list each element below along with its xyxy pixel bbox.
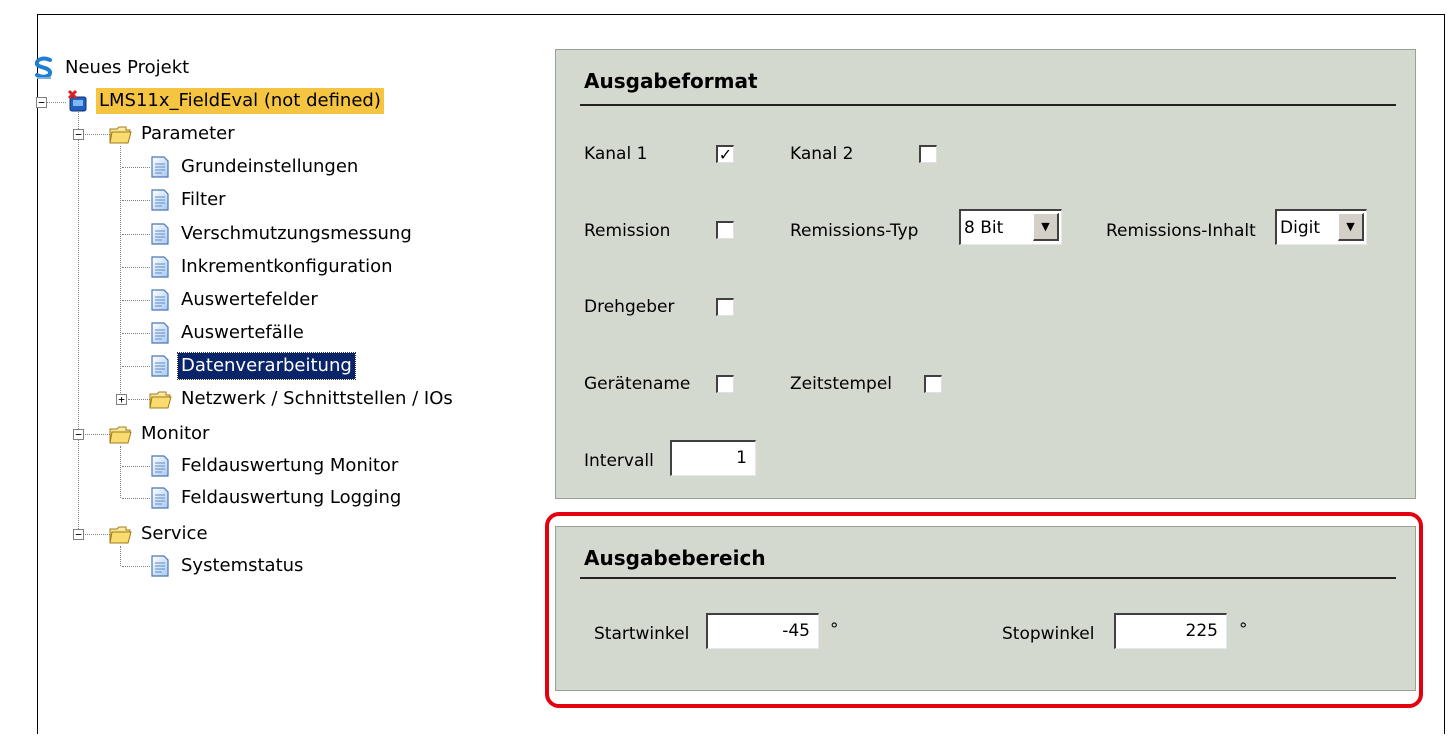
remissions-inhalt-label: Remissions-Inhalt (1106, 221, 1256, 241)
tree-node-datenverarbeitung[interactable]: Datenverarbeitung (148, 351, 356, 381)
tree-line (122, 200, 150, 201)
kanal2-label: Kanal 2 (790, 144, 854, 164)
remissions-inhalt-value: Digit (1280, 218, 1320, 238)
tree-node-label: Filter (181, 189, 226, 210)
device-icon (67, 89, 87, 112)
intervall-input[interactable]: 1 (670, 440, 756, 476)
tree-node-network[interactable]: Netzwerk / Schnittstellen / IOs (148, 384, 456, 414)
tree-node-project[interactable]: Neues Projekt (32, 53, 192, 83)
tree-node-inkrementkonfiguration[interactable]: Inkrementkonfiguration (148, 252, 396, 282)
page-icon (148, 454, 172, 478)
tree-line (122, 167, 150, 168)
collapse-toggle-monitor[interactable]: − (73, 429, 84, 440)
collapse-toggle-service[interactable]: − (73, 529, 84, 540)
remissions-typ-label: Remissions-Typ (790, 221, 919, 241)
geraetename-checkbox[interactable] (716, 375, 734, 393)
tree-node-label: Netzwerk / Schnittstellen / IOs (181, 388, 453, 409)
drehgeber-checkbox[interactable] (716, 298, 734, 316)
tree-line (122, 333, 150, 334)
remissions-inhalt-select[interactable]: Digit ▼ (1275, 209, 1367, 245)
page-icon (148, 486, 172, 510)
tree-node-grundeinstellungen[interactable]: Grundeinstellungen (148, 152, 361, 182)
expand-toggle-network[interactable]: + (116, 394, 127, 405)
zeitstempel-checkbox[interactable] (924, 375, 942, 393)
tree-node-label: Feldauswertung Logging (181, 487, 402, 508)
kanal2-checkbox[interactable] (919, 145, 937, 163)
zeitstempel-label: Zeitstempel (790, 374, 893, 394)
tree-node-verschmutzungsmessung[interactable]: Verschmutzungsmessung (148, 219, 415, 249)
geraetename-label: Gerätename (584, 374, 691, 394)
tree-node-systemstatus[interactable]: Systemstatus (148, 551, 306, 581)
tree-node-filter[interactable]: Filter (148, 185, 229, 215)
tree-node-label: Systemstatus (181, 555, 304, 576)
tree-node-parameter[interactable]: Parameter (108, 119, 238, 149)
page-icon (148, 222, 172, 246)
folder-icon (108, 522, 132, 546)
intervall-label: Intervall (584, 451, 654, 471)
page-icon (148, 255, 172, 279)
tree-node-label: Feldauswertung Monitor (181, 455, 399, 476)
tree-line (122, 566, 150, 567)
tree-node-feldauswertung-logging[interactable]: Feldauswertung Logging (148, 483, 404, 513)
project-tree: Neues Projekt − LMS11x_FieldEval (not de… (0, 0, 540, 620)
drehgeber-label: Drehgeber (584, 297, 675, 317)
tree-line (122, 366, 150, 367)
tree-line (44, 102, 66, 103)
page-icon (148, 188, 172, 212)
tree-node-auswertefelder[interactable]: Auswertefelder (148, 285, 321, 315)
folder-icon (108, 122, 132, 146)
tree-node-label: Monitor (141, 423, 210, 444)
remission-checkbox[interactable] (716, 221, 734, 239)
tree-line (120, 446, 121, 498)
remissions-typ-value: 8 Bit (964, 218, 1004, 238)
tree-node-label: Inkrementkonfiguration (181, 256, 393, 277)
page-icon (148, 288, 172, 312)
folder-icon (148, 387, 172, 411)
tree-node-label: Datenverarbeitung (177, 352, 356, 380)
tree-node-label: Grundeinstellungen (181, 156, 359, 177)
page-icon (148, 354, 172, 378)
tree-node-device[interactable]: LMS11x_FieldEval (not defined) (66, 86, 384, 116)
dropdown-arrow-icon[interactable]: ▼ (1033, 213, 1059, 241)
kanal1-label: Kanal 1 (584, 144, 648, 164)
collapse-toggle-parameter[interactable]: − (73, 129, 84, 140)
remission-label: Remission (584, 221, 671, 241)
sopas-project-icon (34, 56, 53, 79)
highlight-frame (545, 512, 1423, 708)
tree-node-label: Auswertefälle (181, 322, 304, 343)
ausgabeformat-title: Ausgabeformat (584, 69, 758, 93)
tree-node-label: LMS11x_FieldEval (not defined) (96, 88, 384, 114)
tree-line (122, 498, 150, 499)
tree-node-label: Neues Projekt (65, 57, 190, 78)
tree-node-label: Parameter (141, 123, 235, 144)
tree-line (78, 110, 79, 537)
tree-line (120, 146, 121, 401)
tree-node-auswertefaelle[interactable]: Auswertefälle (148, 318, 307, 348)
folder-icon (108, 422, 132, 446)
title-rule (580, 104, 1396, 106)
tree-node-feldauswertung-monitor[interactable]: Feldauswertung Monitor (148, 451, 401, 481)
tree-node-label: Service (141, 523, 208, 544)
tree-node-monitor[interactable]: Monitor (108, 419, 212, 449)
page-icon (148, 554, 172, 578)
tree-node-label: Auswertefelder (181, 289, 318, 310)
tree-node-label: Verschmutzungsmessung (181, 223, 412, 244)
page-icon (148, 321, 172, 345)
tree-line (128, 399, 150, 400)
tree-node-service[interactable]: Service (108, 519, 211, 549)
dropdown-arrow-icon[interactable]: ▼ (1338, 213, 1364, 241)
tree-line (120, 546, 121, 566)
tree-line (122, 300, 150, 301)
tree-line (122, 267, 150, 268)
tree-line (122, 234, 150, 235)
kanal1-checkbox[interactable]: ✓ (716, 145, 734, 163)
page-icon (148, 155, 172, 179)
remissions-typ-select[interactable]: 8 Bit ▼ (959, 209, 1062, 245)
ausgabeformat-panel: Ausgabeformat Kanal 1 ✓ Kanal 2 Remissio… (555, 49, 1416, 499)
tree-line (122, 466, 150, 467)
collapse-toggle-device[interactable]: − (36, 97, 47, 108)
